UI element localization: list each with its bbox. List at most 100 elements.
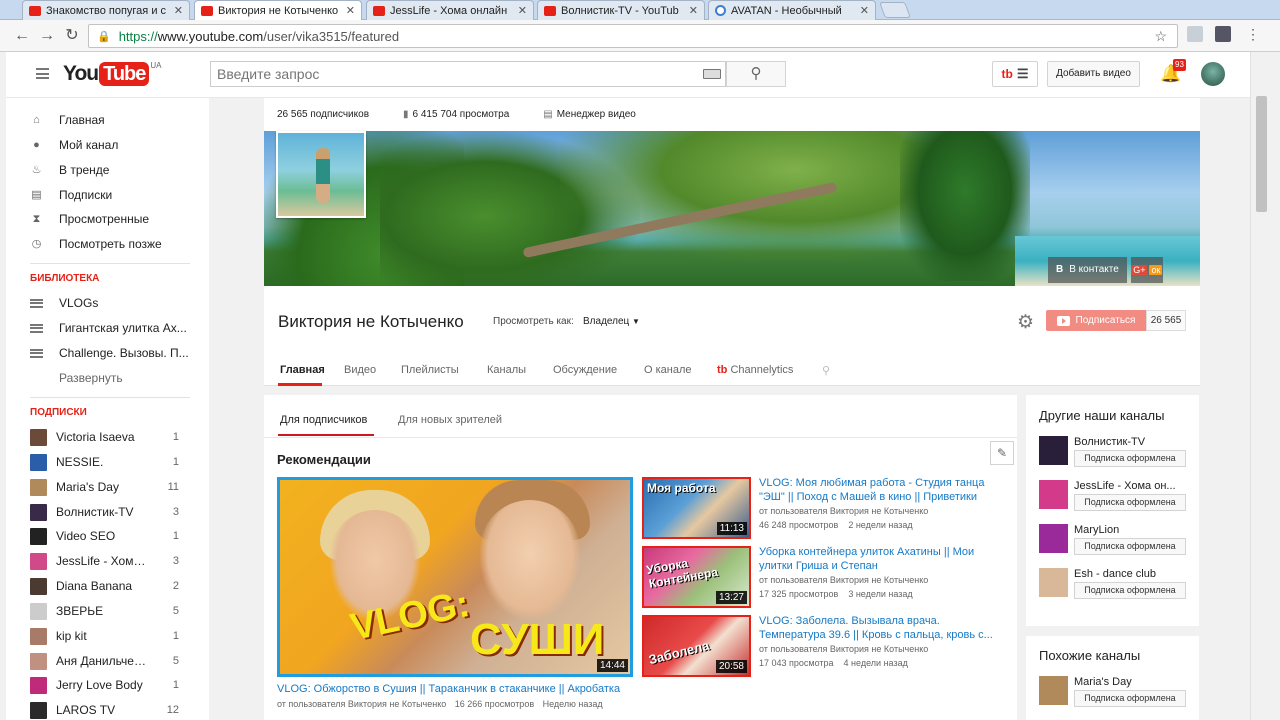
sidebar-subscription-item[interactable]: Волнистик-TV 3: [30, 501, 205, 523]
channel-name[interactable]: Волнистик-TV: [1074, 436, 1194, 448]
close-icon[interactable]: ✕: [346, 4, 355, 17]
browser-tab[interactable]: JessLife - Хома онлайн ✕: [366, 0, 534, 20]
upload-button[interactable]: Добавить видео: [1047, 61, 1140, 87]
tab-for-new-viewers[interactable]: Для новых зрителей: [398, 414, 502, 426]
channel-item[interactable]: Maria's Day Подписка оформлена: [1039, 676, 1199, 716]
video-manager-link[interactable]: Менеджер видео: [557, 109, 636, 120]
gear-icon[interactable]: ⚙: [1017, 311, 1034, 334]
download-icon[interactable]: [1215, 26, 1231, 42]
expand-link[interactable]: Развернуть: [59, 367, 234, 389]
channel-avatar[interactable]: [1039, 436, 1068, 465]
close-icon[interactable]: ✕: [689, 4, 698, 17]
subscribed-button[interactable]: Подписка оформлена: [1074, 538, 1186, 555]
address-bar[interactable]: 🔒 https://www.youtube.com/user/vika3515/…: [88, 24, 1178, 48]
scrollbar-thumb[interactable]: [1256, 96, 1267, 212]
browser-tab-active[interactable]: Виктория не Котыченко ✕: [194, 0, 362, 20]
channel-avatar[interactable]: [1039, 676, 1068, 705]
tab-playlists[interactable]: Плейлисты: [401, 364, 459, 376]
subscribe-button[interactable]: Подписаться: [1046, 310, 1146, 331]
sidebar-subscription-item[interactable]: Video SEO 1: [30, 525, 205, 547]
menu-icon[interactable]: ⋮: [1246, 26, 1260, 43]
channel-name[interactable]: Maria's Day: [1074, 676, 1194, 688]
subscribed-button[interactable]: Подписка оформлена: [1074, 450, 1186, 467]
video-title[interactable]: VLOG: Моя любимая работа - Студия танца …: [759, 476, 1004, 504]
search-icon[interactable]: ⚲: [822, 364, 830, 377]
channel-item[interactable]: MaryLion Подписка оформлена: [1039, 524, 1199, 564]
video-thumbnail[interactable]: Заболела 20:58: [642, 615, 751, 677]
channel-item[interactable]: Волнистик-TV Подписка оформлена: [1039, 436, 1199, 476]
sidebar-subscription-item[interactable]: Victoria Isaeva 1: [30, 426, 205, 448]
sidebar-item-my-channel[interactable]: ● Мой канал: [30, 134, 205, 156]
new-tab-button[interactable]: [879, 2, 911, 18]
sidebar-subscription-item[interactable]: JessLife - Хома ... 3: [30, 550, 205, 572]
channel-avatar[interactable]: [1039, 568, 1068, 597]
video-item[interactable]: Заболела 20:58 VLOG: Заболела. Вызывала …: [642, 615, 1002, 677]
edit-pencil-icon[interactable]: ✎: [990, 441, 1014, 465]
sidebar-item-subscriptions[interactable]: ▤ Подписки: [30, 184, 205, 206]
video-title[interactable]: VLOG: Заболела. Вызывала врача. Температ…: [759, 614, 1004, 642]
channel-name[interactable]: MaryLion: [1074, 524, 1194, 536]
sidebar-subscription-item[interactable]: Jerry Love Body 1: [30, 674, 205, 696]
channel-avatar[interactable]: [1039, 524, 1068, 553]
tab-videos[interactable]: Видео: [344, 364, 376, 376]
subscribed-button[interactable]: Подписка оформлена: [1074, 690, 1186, 707]
extension-icon[interactable]: [1187, 26, 1203, 42]
gplus-ok-links[interactable]: G+ ок: [1130, 257, 1163, 283]
tab-home[interactable]: Главная: [280, 364, 325, 376]
tab-title: Волнистик-TV - YouTub: [561, 4, 679, 17]
vk-link[interactable]: В В контакте: [1048, 257, 1127, 283]
featured-video-title[interactable]: VLOG: Обжорство в Сушия || Тараканчик в …: [277, 683, 620, 695]
channel-avatar[interactable]: [276, 131, 366, 218]
view-as-dropdown[interactable]: Владелец ▼: [583, 316, 640, 327]
sidebar-item-home[interactable]: ⌂ Главная: [30, 109, 205, 131]
channel-item[interactable]: JessLife - Хома он... Подписка оформлена: [1039, 480, 1199, 520]
search-input[interactable]: [210, 61, 726, 87]
video-item[interactable]: Моя работа 11:13 VLOG: Моя любимая работ…: [642, 477, 1002, 539]
channel-item[interactable]: Esh - dance club Подписка оформлена: [1039, 568, 1199, 608]
browser-tab[interactable]: Волнистик-TV - YouTub ✕: [537, 0, 705, 20]
channel-avatar[interactable]: [1039, 480, 1068, 509]
keyboard-icon[interactable]: [703, 69, 721, 79]
subscribed-button[interactable]: Подписка оформлена: [1074, 582, 1186, 599]
forward-icon[interactable]: →: [37, 26, 57, 46]
back-icon[interactable]: ←: [12, 26, 32, 46]
sidebar-subscription-item[interactable]: Maria's Day 11: [30, 476, 205, 498]
featured-video-thumbnail[interactable]: VLOG: СУШИ 14:44: [277, 477, 633, 677]
reload-icon[interactable]: ↻: [62, 26, 82, 46]
youtube-logo[interactable]: You Tube UA: [63, 61, 162, 87]
channel-name[interactable]: Esh - dance club: [1074, 568, 1194, 580]
close-icon[interactable]: ✕: [518, 4, 527, 17]
sidebar-subscription-item[interactable]: Diana Banana 2: [30, 575, 205, 597]
search-button[interactable]: ⚲: [726, 61, 786, 87]
guide-menu-icon[interactable]: [36, 68, 49, 79]
close-icon[interactable]: ✕: [174, 4, 183, 17]
tab-channelytics[interactable]: tb Channelytics: [717, 364, 793, 376]
tab-for-subscribers[interactable]: Для подписчиков: [280, 414, 367, 426]
tubebuddy-button[interactable]: tb ☰: [992, 61, 1038, 87]
close-icon[interactable]: ✕: [860, 4, 869, 17]
video-title[interactable]: Уборка контейнера улиток Ахатины || Мои …: [759, 545, 1004, 573]
sidebar-subscription-item[interactable]: NESSIE. 1: [30, 451, 205, 473]
sidebar-subscription-item[interactable]: LAROS TV 12: [30, 699, 205, 720]
video-thumbnail[interactable]: Уборка Контейнера 13:27: [642, 546, 751, 608]
sidebar-subscription-item[interactable]: kip kit 1: [30, 625, 205, 647]
sidebar-subscription-item[interactable]: Аня Данильченко 5: [30, 650, 205, 672]
sidebar-playlist[interactable]: Challenge. Вызовы. П...: [30, 342, 205, 364]
avatar[interactable]: [1201, 62, 1225, 86]
tab-channels[interactable]: Каналы: [487, 364, 526, 376]
sidebar-item-trending[interactable]: ♨ В тренде: [30, 159, 205, 181]
sidebar-item-watch-later[interactable]: ◷ Посмотреть позже: [30, 233, 205, 255]
video-thumbnail[interactable]: Моя работа 11:13: [642, 477, 751, 539]
video-item[interactable]: Уборка Контейнера 13:27 Уборка контейнер…: [642, 546, 1002, 608]
sidebar-playlist[interactable]: Гигантская улитка Ах...: [30, 317, 205, 339]
browser-tab[interactable]: Знакомство попугая и с ✕: [22, 0, 190, 20]
channel-name[interactable]: JessLife - Хома он...: [1074, 480, 1194, 492]
subscribed-button[interactable]: Подписка оформлена: [1074, 494, 1186, 511]
sidebar-playlist[interactable]: VLOGs: [30, 292, 205, 314]
sidebar-item-history[interactable]: ⧗ Просмотренные: [30, 208, 205, 230]
sidebar-subscription-item[interactable]: ЗВЕРЬЕ 5: [30, 600, 205, 622]
bookmark-star-icon[interactable]: ☆: [1154, 28, 1167, 45]
browser-tab[interactable]: AVATAN - Необычный ✕: [708, 0, 876, 20]
tab-about[interactable]: О канале: [644, 364, 692, 376]
tab-discussion[interactable]: Обсуждение: [553, 364, 617, 376]
